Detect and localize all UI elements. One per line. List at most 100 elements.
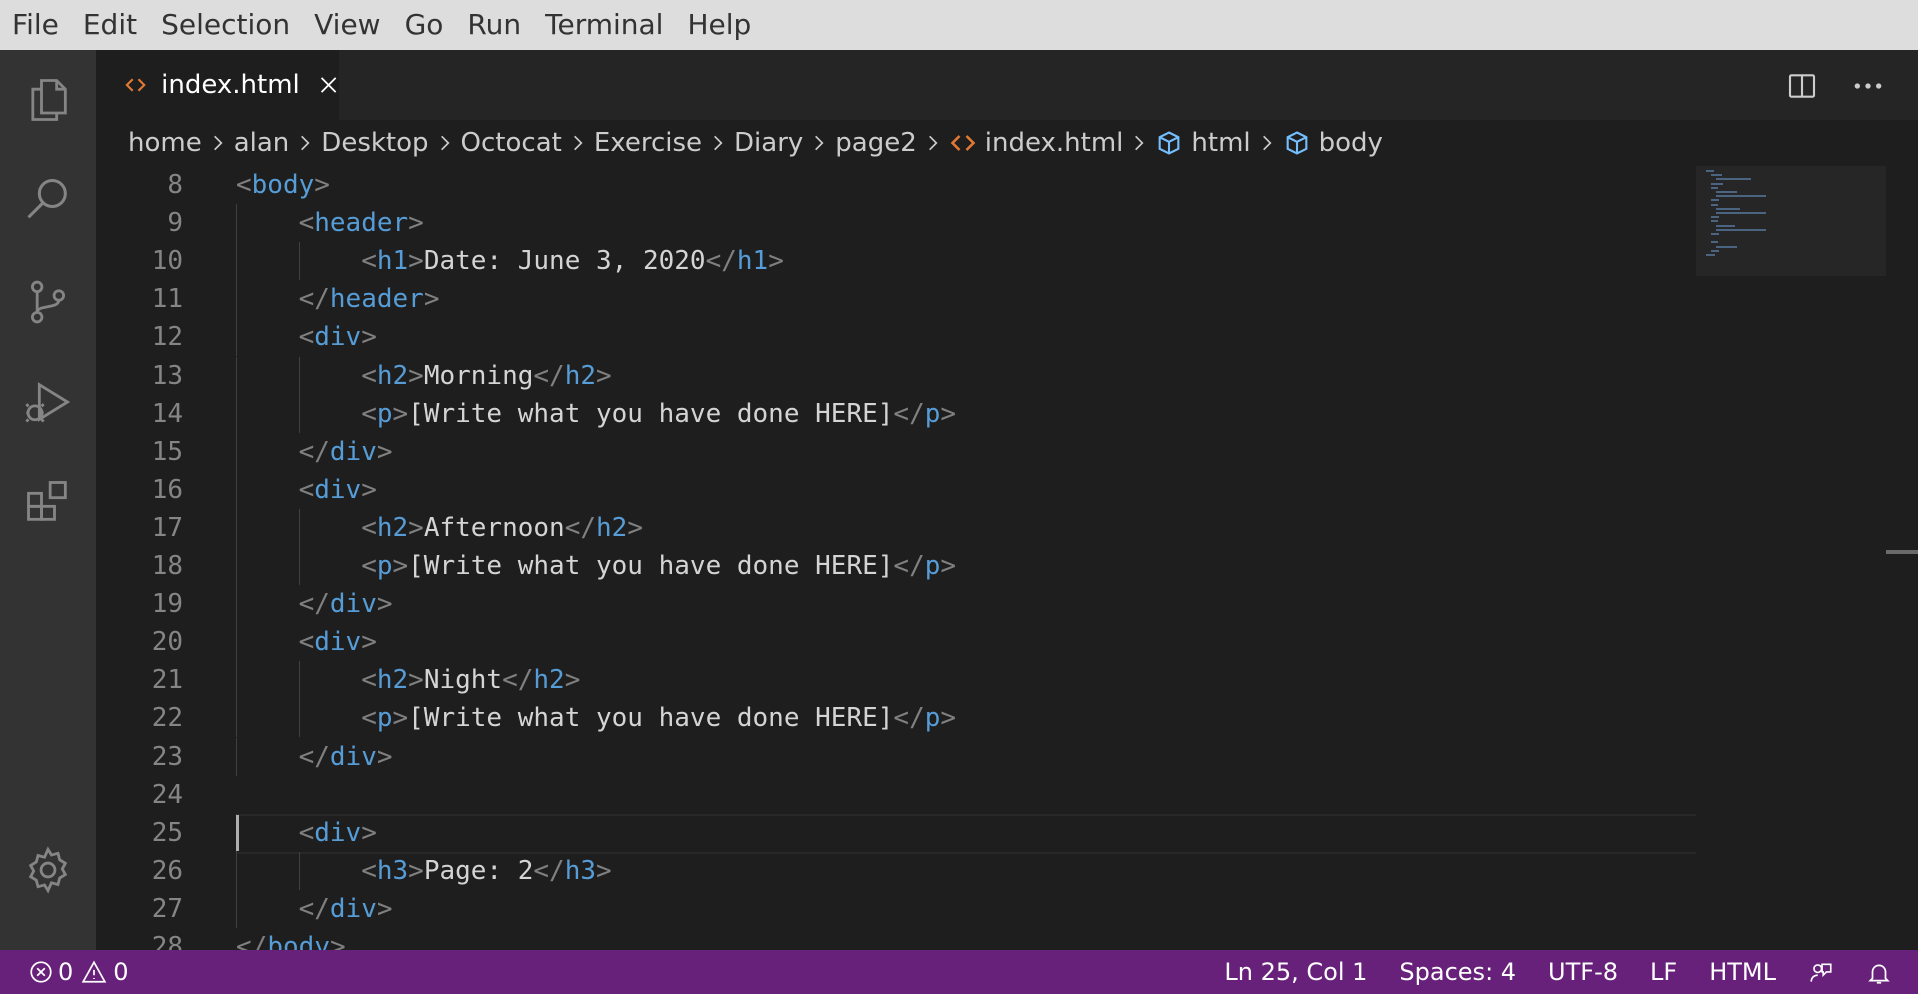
tag-bracket: <	[298, 817, 315, 848]
chevron-right-icon	[1135, 135, 1144, 151]
menu-file[interactable]: File	[0, 0, 71, 50]
menu-help[interactable]: Help	[675, 0, 763, 50]
minimap-line	[1711, 233, 1719, 235]
code-editor[interactable]: 8 <body> 9 <header> 10 <h1>Date: June 3, 2020…	[96, 166, 1696, 950]
source-control-icon[interactable]	[18, 272, 78, 332]
gear-icon[interactable]	[18, 840, 78, 900]
code-line[interactable]: 20 <div>	[96, 623, 1696, 661]
tag-name: h2	[376, 512, 409, 543]
code-line[interactable]: 17 <h2>Afternoon</h2>	[96, 509, 1696, 547]
code-line[interactable]: 16 <div>	[96, 471, 1696, 509]
tag-name: h3	[564, 855, 597, 886]
minimap-line	[1716, 207, 1740, 210]
line-number: 12	[151, 322, 183, 353]
tag-bracket: >	[564, 665, 581, 696]
breadcrumb-item-exercise[interactable]: Exercise	[594, 128, 702, 158]
more-actions-icon[interactable]	[1848, 70, 1888, 102]
tag-bracket: >	[408, 855, 424, 886]
language-mode[interactable]: HTML	[1693, 950, 1792, 994]
minimap-line	[1711, 249, 1719, 252]
vertical-scrollbar[interactable]	[1886, 550, 1918, 554]
code-line[interactable]: 14 <p>[Write what you have done HERE]</p>	[96, 395, 1696, 433]
code-line[interactable]: 21 <h2>Night</h2>	[96, 661, 1696, 699]
minimap-line	[1711, 203, 1718, 206]
code-line[interactable]: 15 </div>	[96, 433, 1696, 471]
search-icon[interactable]	[18, 170, 78, 230]
code-line[interactable]: 9 <header>	[96, 204, 1696, 242]
tag-bracket: >	[376, 436, 393, 467]
breadcrumb-item-octocat[interactable]: Octocat	[461, 128, 562, 158]
breadcrumb-item-desktop[interactable]: Desktop	[321, 128, 428, 158]
breadcrumb-item-diary[interactable]: Diary	[734, 128, 803, 158]
tag-bracket: >	[596, 855, 612, 886]
tab-index-html[interactable]: index.html	[96, 50, 339, 120]
code-line[interactable]: 19 </div>	[96, 585, 1696, 623]
run-debug-icon[interactable]	[18, 372, 78, 432]
explorer-icon[interactable]	[18, 70, 78, 130]
line-number: 20	[151, 627, 183, 658]
menu-run[interactable]: Run	[455, 0, 533, 50]
code-line[interactable]: 8 <body>	[96, 166, 1696, 204]
menu-edit[interactable]: Edit	[71, 0, 149, 50]
line-content: </div>	[299, 433, 393, 471]
encoding[interactable]: UTF-8	[1532, 950, 1634, 994]
cursor-position[interactable]: Ln 25, Col 1	[1208, 950, 1383, 994]
breadcrumb-item-home[interactable]: home	[128, 128, 202, 158]
code-line[interactable]: 10 <h1>Date: June 3, 2020</h1>	[96, 242, 1696, 280]
tag-bracket: </	[893, 398, 925, 429]
tag-bracket: <	[361, 665, 377, 696]
tag-bracket: >	[314, 170, 330, 200]
code-line[interactable]: 11 </header>	[96, 280, 1696, 318]
line-number: 28	[151, 932, 183, 950]
extensions-icon[interactable]	[18, 472, 78, 532]
line-number: 11	[151, 284, 183, 315]
indent-guide	[236, 508, 237, 547]
breadcrumb-item-page2[interactable]: page2	[835, 128, 916, 158]
code-line[interactable]: 18 <p>[Write what you have done HERE]</p>	[96, 547, 1696, 585]
warning-count: 0	[113, 958, 129, 986]
code-line[interactable]: 26 <h3>Page: 2</h3>	[96, 852, 1696, 890]
line-content: <body>	[236, 166, 330, 204]
breadcrumb-item-index-html[interactable]: index.html	[949, 128, 1123, 158]
code-line[interactable]: 23 </div>	[96, 738, 1696, 776]
tab-label: index.html	[161, 70, 300, 100]
minimap[interactable]	[1696, 166, 1886, 950]
status-bar: 0 0 Ln 25, Col 1 Spaces: 4 UTF-8 LF HTML	[0, 950, 1918, 994]
minimap-line	[1711, 186, 1718, 189]
line-content: <p>[Write what you have done HERE]</p>	[361, 395, 956, 433]
breadcrumb-item-body[interactable]: body	[1283, 128, 1383, 158]
indentation[interactable]: Spaces: 4	[1383, 950, 1532, 994]
code-line[interactable]: 13 <h2>Morning</h2>	[96, 357, 1696, 395]
tag-bracket: <	[361, 246, 377, 277]
close-icon[interactable]	[318, 74, 339, 96]
code-line[interactable]: 25 <div>	[96, 814, 1696, 852]
feedback-button[interactable]	[1792, 950, 1850, 994]
code-line[interactable]: 28 </body>	[96, 928, 1696, 950]
line-number: 25	[151, 817, 183, 848]
menu-selection[interactable]: Selection	[149, 0, 302, 50]
line-number: 26	[151, 855, 183, 886]
tag-bracket: >	[361, 817, 377, 848]
tag-name: div	[329, 741, 377, 772]
code-line[interactable]: 27 </div>	[96, 890, 1696, 928]
menu-go[interactable]: Go	[393, 0, 456, 50]
code-line[interactable]: 12 <div>	[96, 318, 1696, 356]
indent-guide	[298, 242, 300, 281]
line-content: <h2>Morning</h2>	[361, 357, 611, 395]
menu-terminal[interactable]: Terminal	[533, 0, 675, 50]
split-editor-icon[interactable]	[1786, 70, 1818, 102]
code-line[interactable]: 22 <p>[Write what you have done HERE]</p>	[96, 699, 1696, 737]
menu-view[interactable]: View	[302, 0, 392, 50]
breadcrumb-item-html[interactable]: html	[1155, 128, 1251, 158]
minimap-line	[1711, 174, 1722, 177]
breadcrumb-item-alan[interactable]: alan	[234, 128, 290, 158]
code-line[interactable]: 24	[96, 776, 1696, 814]
end-of-line[interactable]: LF	[1634, 950, 1693, 994]
tag-name: h3	[376, 855, 409, 886]
line-number: 17	[151, 512, 183, 543]
minimap-line	[1716, 245, 1738, 248]
problems-indicator[interactable]: 0 0	[28, 958, 129, 986]
indent-guide	[236, 280, 237, 319]
notifications-button[interactable]	[1850, 950, 1918, 994]
line-number: 15	[151, 436, 183, 467]
